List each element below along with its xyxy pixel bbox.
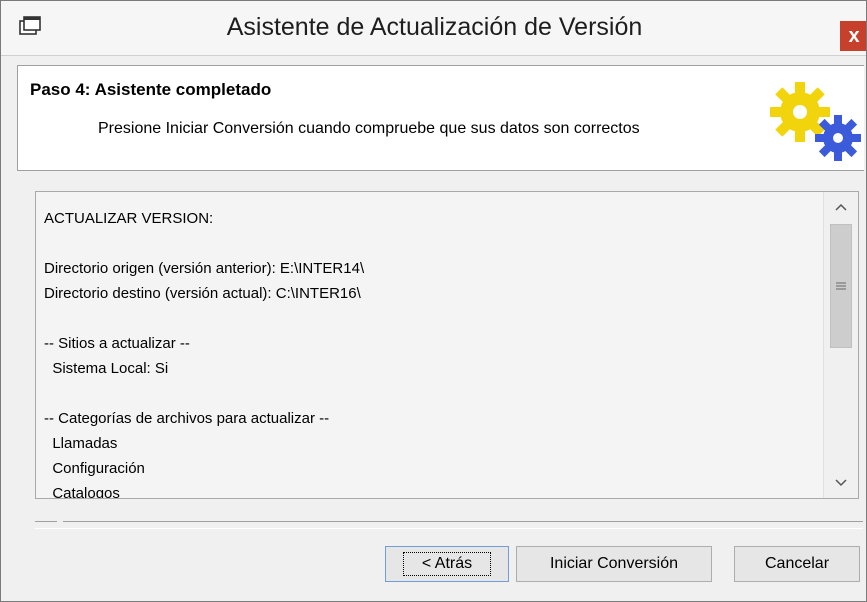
back-button-label: < Atrás [402, 552, 492, 576]
summary-line: Directorio origen (versión anterior): E:… [44, 260, 365, 277]
summary-line: Catalogos [44, 485, 120, 499]
wizard-window: Asistente de Actualización de Versión x … [0, 0, 867, 602]
start-conversion-button[interactable]: Iniciar Conversión [516, 546, 712, 582]
grip-icon [836, 282, 846, 290]
summary-line: Configuración [44, 460, 145, 477]
step-description: Presione Iniciar Conversión cuando compr… [98, 120, 640, 137]
close-button[interactable]: x [840, 21, 866, 51]
summary-line: Directorio destino (versión actual): C:\… [44, 285, 361, 302]
chevron-up-icon [835, 203, 847, 211]
divider-notch [57, 517, 63, 523]
gears-icon [770, 82, 861, 161]
summary-line: -- Categorías de archivos para actualiza… [44, 410, 330, 427]
step-header: Paso 4: Asistente completado Presione In… [17, 65, 864, 171]
summary-line: ACTUALIZAR VERSION: [44, 210, 214, 227]
summary-line: Llamadas [44, 435, 118, 452]
back-button[interactable]: < Atrás [385, 546, 509, 582]
chevron-down-icon [835, 479, 847, 487]
vertical-scrollbar[interactable] [823, 192, 858, 498]
summary-line: Sistema Local: Si [44, 360, 169, 377]
close-icon: x [848, 24, 860, 47]
scroll-thumb[interactable] [830, 224, 852, 348]
scroll-up-button[interactable] [824, 192, 858, 222]
summary-text: ACTUALIZAR VERSION: Directorio origen (v… [36, 192, 824, 498]
summary-textbox[interactable]: ACTUALIZAR VERSION: Directorio origen (v… [35, 191, 859, 499]
scroll-down-button[interactable] [824, 468, 858, 498]
cancel-button[interactable]: Cancelar [734, 546, 860, 582]
title-bar[interactable]: Asistente de Actualización de Versión x [1, 1, 866, 56]
summary-line: -- Sitios a actualizar -- [44, 335, 190, 352]
step-title: Paso 4: Asistente completado [30, 80, 272, 99]
divider [35, 521, 863, 529]
window-title: Asistente de Actualización de Versión [226, 13, 643, 41]
